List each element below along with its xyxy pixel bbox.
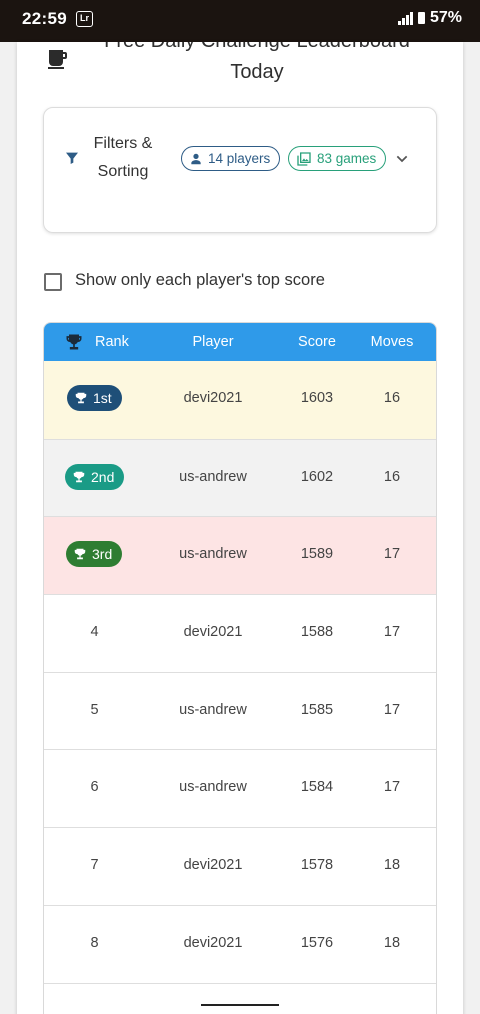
- player-name: us-andrew: [179, 468, 247, 485]
- rank-value: 6: [90, 779, 99, 796]
- leaderboard-table: Rank Player Score Moves 1st devi2021 160…: [43, 322, 437, 1014]
- games-count-chip: 83 games: [288, 146, 387, 171]
- player-name: devi2021: [183, 624, 243, 641]
- moves-value: 18: [383, 934, 401, 951]
- player-name: us-andrew: [179, 779, 247, 796]
- rank-label: 2nd: [91, 468, 115, 485]
- table-row: 9 us-andrew 1570 17: [44, 982, 436, 1014]
- rank-badge-gold: 1st: [67, 385, 122, 411]
- player-name: us-andrew: [179, 701, 247, 718]
- status-time: 22:59: [22, 9, 67, 28]
- score-value: 1585: [300, 701, 334, 718]
- table-row: 3rd us-andrew 1589 17: [44, 516, 436, 595]
- chevron-down-icon[interactable]: [394, 151, 410, 167]
- top-score-checkbox[interactable]: [44, 273, 62, 291]
- moves-value: 17: [383, 624, 401, 641]
- header-player[interactable]: Player: [145, 334, 281, 350]
- header-rank[interactable]: Rank: [95, 334, 129, 350]
- games-count: 83 games: [317, 151, 377, 166]
- lightroom-notification-icon: Lr: [76, 11, 93, 27]
- score-value: 1603: [300, 390, 334, 406]
- moves-value: 17: [383, 779, 401, 796]
- moves-value: 17: [383, 546, 401, 563]
- battery-level: 57%: [429, 9, 462, 26]
- score-value: 1584: [300, 779, 334, 796]
- filters-label-line2: Sorting: [97, 163, 149, 180]
- trophy-icon: [66, 334, 82, 350]
- status-bar: 22:59 Lr 57%: [0, 0, 480, 42]
- score-value: 1578: [300, 857, 334, 874]
- table-row: 6 us-andrew 1584 17: [44, 749, 436, 827]
- rank-badge-bronze: 3rd: [66, 541, 123, 568]
- table-row: 8 devi2021 1576 18: [44, 904, 436, 983]
- table-row: 4 devi2021 1588 17: [44, 594, 436, 672]
- score-value: 1602: [300, 468, 334, 485]
- moves-value: 16: [383, 390, 401, 406]
- rank-value: 7: [90, 857, 99, 874]
- trophy-icon: [73, 471, 85, 482]
- score-value: 1576: [300, 934, 334, 951]
- header-score[interactable]: Score: [281, 334, 353, 350]
- trophy-icon: [74, 549, 86, 560]
- rank-value: 8: [90, 934, 99, 951]
- header-moves[interactable]: Moves: [353, 334, 431, 350]
- player-name: devi2021: [183, 934, 243, 951]
- moves-value: 16: [383, 468, 401, 485]
- player-name: devi2021: [183, 390, 243, 406]
- signal-icon: [398, 11, 413, 25]
- filter-icon: [66, 152, 78, 164]
- rank-label: 1st: [93, 390, 112, 406]
- score-value: 1589: [300, 546, 334, 563]
- filters-panel[interactable]: Filters & Sorting 14 players 83 games: [43, 107, 437, 233]
- table-row: 1st devi2021 1603 16: [44, 361, 436, 439]
- player-name: devi2021: [183, 857, 243, 874]
- players-count-chip: 14 players: [181, 146, 281, 171]
- status-indicators: 57%: [398, 9, 462, 27]
- player-name: us-andrew: [179, 546, 247, 563]
- leaderboard-card: Free Daily Challenge Leaderboard Today F…: [17, 42, 463, 1014]
- table-row: 2nd us-andrew 1602 16: [44, 438, 436, 517]
- trophy-icon: [75, 392, 87, 404]
- rank-badge-silver: 2nd: [65, 463, 125, 490]
- top-score-label[interactable]: Show only each player's top score: [75, 271, 325, 290]
- rank-value: 4: [90, 624, 99, 641]
- players-count: 14 players: [208, 151, 271, 166]
- coffee-cup-icon: [48, 50, 67, 69]
- battery-icon: [417, 12, 425, 24]
- image-gallery-icon: [297, 151, 311, 166]
- rank-label: 3rd: [92, 546, 113, 563]
- table-header: Rank Player Score Moves: [44, 323, 436, 361]
- person-icon: [191, 153, 201, 164]
- page-title-line2: Today: [230, 61, 284, 83]
- table-row: 5 us-andrew 1585 17: [44, 671, 436, 750]
- filters-label: Filters & Sorting: [88, 130, 158, 186]
- filters-label-line1: Filters &: [93, 135, 153, 152]
- page-title-line1: Free Daily Challenge Leaderboard: [77, 42, 437, 57]
- moves-value: 18: [383, 857, 401, 874]
- moves-value: 17: [383, 701, 401, 718]
- rank-value: 5: [90, 701, 99, 718]
- table-row: 7 devi2021 1578 18: [44, 827, 436, 905]
- page-title: Free Daily Challenge Leaderboard Today: [77, 42, 437, 88]
- score-value: 1588: [300, 624, 334, 641]
- scroll-indicator[interactable]: [201, 1004, 279, 1006]
